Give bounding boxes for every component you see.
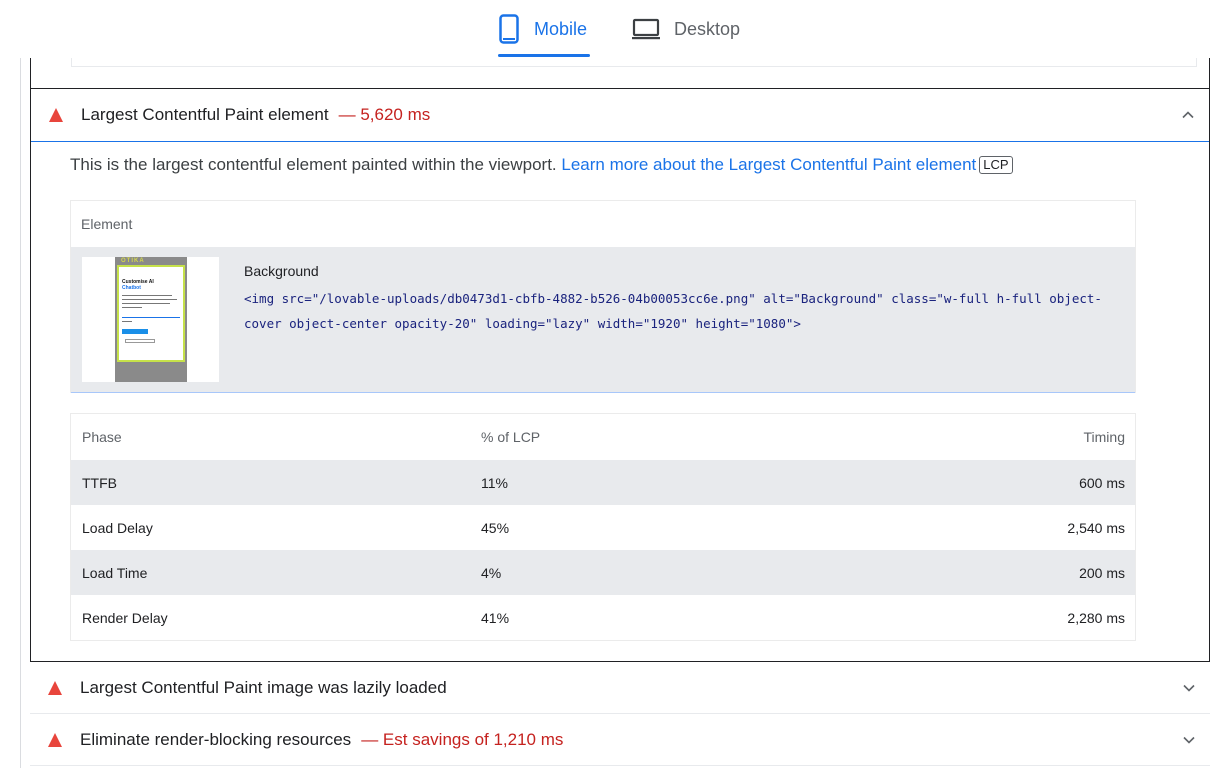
description-text: This is the largest contentful element p… (70, 155, 557, 174)
phase-cell: TTFB (82, 474, 117, 491)
timing-cell: 2,540 ms (1067, 519, 1125, 536)
active-tab-indicator (498, 54, 590, 57)
header-timing: Timing (1083, 429, 1126, 445)
chevron-down-icon[interactable] (1182, 733, 1196, 747)
lcp-audit-header[interactable]: Largest Contentful Paint element — 5,620 … (31, 89, 1209, 142)
audit-title-text: Largest Contentful Paint element (81, 105, 329, 124)
lazy-loaded-lcp-audit[interactable]: Largest Contentful Paint image was lazil… (30, 662, 1210, 714)
previous-audit-tail (30, 58, 1210, 88)
thumbnail-link-line (122, 317, 180, 318)
tab-desktop[interactable]: Desktop (632, 0, 752, 58)
thumbnail-text-line (122, 303, 170, 304)
thumbnail-text-line (122, 321, 132, 322)
audit-separator: — (338, 105, 356, 124)
lcp-audit-title: Largest Contentful Paint element — 5,620 … (81, 105, 430, 125)
thumbnail-text-line (122, 299, 177, 300)
audit-display-value: — Est savings of 1,210 ms (361, 730, 563, 749)
chevron-up-icon[interactable] (1181, 108, 1195, 122)
timing-cell: 600 ms (1079, 474, 1125, 491)
audit-value: Est savings of 1,210 ms (382, 729, 564, 749)
percent-cell: 4% (481, 564, 502, 581)
audit-value: 5,620 ms (360, 105, 431, 124)
header-percent: % of LCP (481, 429, 541, 445)
phase-cell: Load Time (82, 564, 148, 581)
thumbnail-subheading: Chatbot (122, 285, 141, 291)
phase-table-header: Phase % of LCP Timing (71, 414, 1135, 460)
lcp-phase-table: Phase % of LCP Timing TTFB 11% 600 ms Lo… (70, 413, 1136, 641)
thumbnail-phone: OTIKA Customise AI Chatbot (115, 257, 187, 382)
thumbnail-brand: OTIKA (121, 258, 145, 264)
thumbnail-button (122, 329, 148, 334)
audit-description: This is the largest contentful element p… (70, 155, 1013, 175)
table-row: TTFB 11% 600 ms (71, 460, 1135, 505)
audit-title: Largest Contentful Paint image was lazil… (80, 677, 447, 697)
table-row: Render Delay 41% 2,280 ms (71, 595, 1135, 640)
element-label: Background (244, 263, 319, 279)
device-tabs: Mobile Desktop (0, 0, 1216, 58)
lcp-element-audit: Largest Contentful Paint element — 5,620 … (30, 88, 1210, 662)
table-row: Load Delay 45% 2,540 ms (71, 505, 1135, 550)
phase-cell: Render Delay (82, 609, 168, 626)
element-snippet[interactable]: <img src="/lovable-uploads/db0473d1-cbfb… (244, 286, 1124, 336)
element-row[interactable]: OTIKA Customise AI Chatbot Background <i… (71, 247, 1135, 393)
fail-triangle-icon (48, 732, 62, 747)
timing-cell: 200 ms (1079, 564, 1125, 581)
table-row: Load Time 4% 200 ms (71, 550, 1135, 595)
learn-more-link[interactable]: Learn more about the Largest Contentful … (561, 155, 976, 174)
thumbnail-text-line (122, 307, 142, 308)
tab-desktop-label: Desktop (674, 18, 741, 39)
fail-triangle-icon (48, 680, 62, 695)
element-table: Element OTIKA Customise AI Chatbot Backg… (70, 200, 1136, 393)
audit-title-text: Eliminate render-blocking resources (80, 729, 352, 749)
percent-cell: 41% (481, 609, 510, 626)
chevron-down-icon[interactable] (1182, 681, 1196, 695)
thumbnail-highlight-frame: Customise AI Chatbot (117, 265, 185, 362)
thumbnail-outline-button (125, 339, 155, 343)
audit-separator: — (361, 729, 379, 749)
previous-audit-table-edge (71, 58, 1197, 67)
timing-cell: 2,280 ms (1067, 609, 1125, 626)
thumbnail-text-line (122, 295, 172, 296)
tab-mobile[interactable]: Mobile (498, 0, 590, 58)
element-screenshot-thumbnail[interactable]: OTIKA Customise AI Chatbot (82, 257, 219, 382)
render-blocking-audit[interactable]: Eliminate render-blocking resources — Est… (30, 714, 1210, 766)
element-table-header: Element (81, 216, 133, 232)
percent-cell: 45% (481, 519, 510, 536)
lcp-badge: LCP (979, 156, 1013, 174)
side-divider (20, 58, 21, 768)
fail-triangle-icon (49, 108, 63, 122)
audit-display-value: — 5,620 ms (339, 105, 431, 124)
desktop-monitor-icon (632, 18, 660, 40)
phase-cell: Load Delay (82, 519, 153, 536)
tab-mobile-label: Mobile (534, 18, 588, 39)
audit-title: Eliminate render-blocking resources — Est… (80, 730, 563, 750)
percent-cell: 11% (481, 474, 508, 491)
header-phase: Phase (82, 429, 122, 445)
mobile-phone-icon (499, 14, 519, 44)
